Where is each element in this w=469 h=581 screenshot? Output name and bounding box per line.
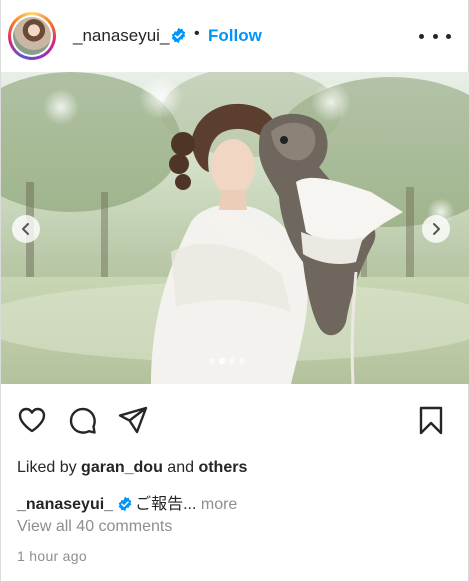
carousel-dot	[239, 358, 245, 364]
header-separator: •	[194, 25, 200, 42]
carousel-dot	[229, 358, 235, 364]
likes-connector: and	[162, 459, 199, 476]
follow-button[interactable]: Follow	[208, 26, 262, 46]
carousel-indicator	[209, 358, 245, 364]
caption: _nanaseyui_ ご報告... more	[17, 490, 237, 514]
likes-prefix: Liked by	[17, 459, 82, 476]
action-bar	[1, 404, 468, 438]
carousel-dot	[219, 358, 225, 364]
post-timestamp: 1 hour ago	[17, 548, 87, 564]
verified-badge-icon	[118, 496, 132, 512]
avatar[interactable]	[8, 12, 56, 60]
heart-icon[interactable]	[16, 404, 48, 436]
more-options-icon[interactable]	[419, 26, 451, 46]
likes-others-link[interactable]: others	[198, 459, 247, 476]
chevron-right-icon[interactable]	[422, 215, 450, 243]
post-image[interactable]	[1, 72, 469, 384]
bookmark-icon[interactable]	[415, 404, 447, 436]
post-header: _nanaseyui_ • Follow	[1, 0, 468, 72]
header-username[interactable]: _nanaseyui_	[73, 26, 169, 46]
avatar-image	[13, 17, 51, 55]
carousel-dot	[209, 358, 215, 364]
caption-username[interactable]: _nanaseyui_	[17, 496, 113, 513]
verified-badge-icon	[171, 27, 186, 44]
comment-icon[interactable]	[66, 404, 98, 436]
photo-woman-kissing-dog	[1, 72, 469, 384]
view-comments-link[interactable]: View all 40 comments	[17, 518, 172, 536]
share-icon[interactable]	[117, 404, 149, 436]
likes-user-link[interactable]: garan_dou	[81, 459, 163, 476]
likes-summary: Liked by garan_dou and others	[17, 459, 247, 477]
chevron-left-icon[interactable]	[12, 215, 40, 243]
caption-text: ご報告...	[135, 496, 197, 513]
instagram-post: _nanaseyui_ • Follow Liked by garan_dou …	[0, 0, 469, 581]
caption-more-link[interactable]: more	[201, 496, 237, 513]
